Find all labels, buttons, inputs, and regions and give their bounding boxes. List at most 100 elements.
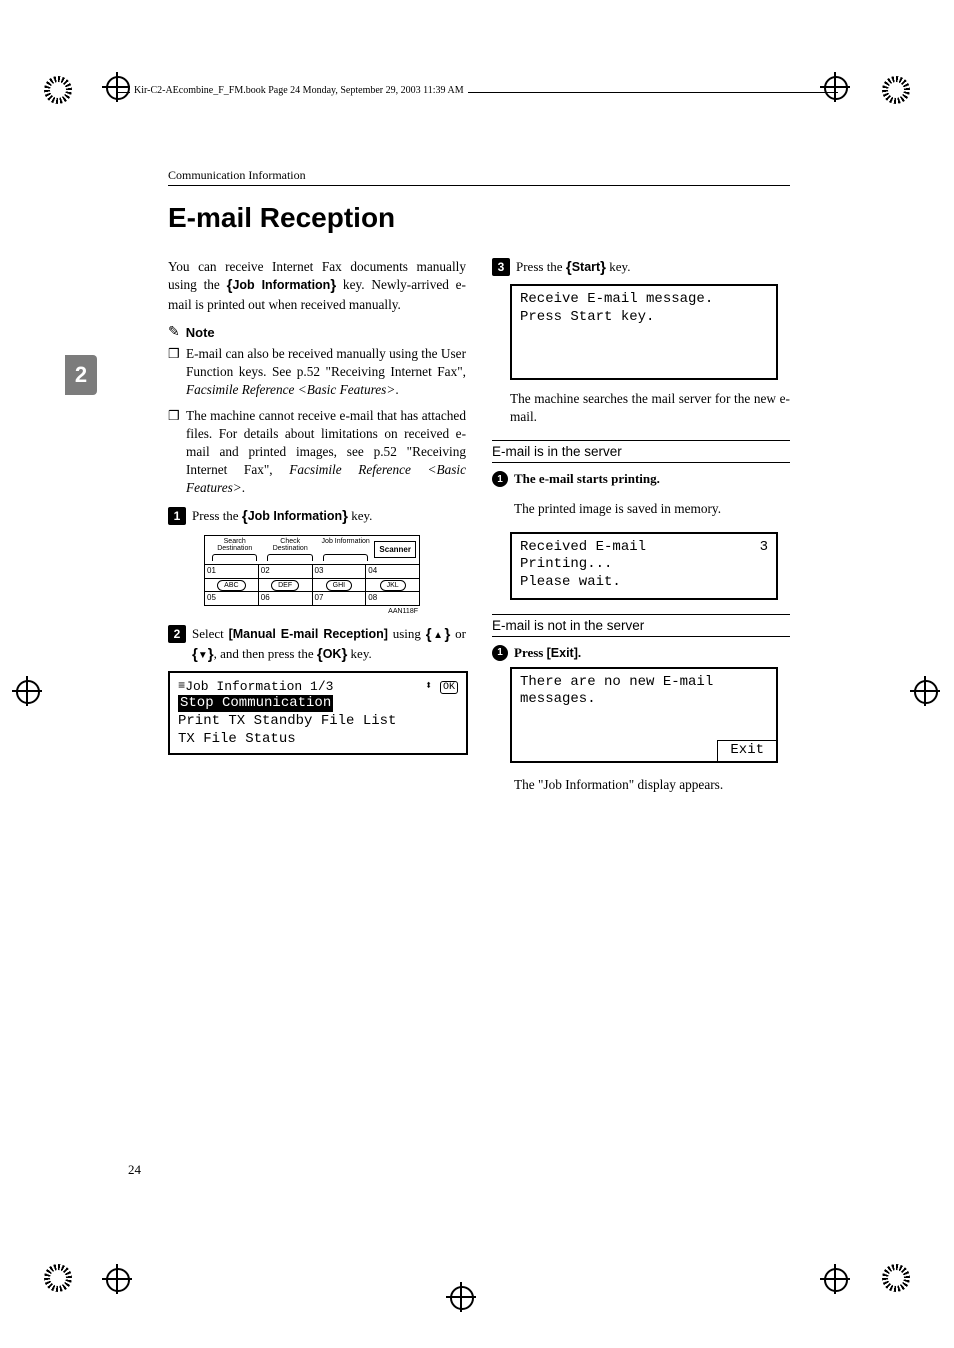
step-badge: 3 xyxy=(492,258,510,276)
page-content: Communication Information E-mail Recepti… xyxy=(168,168,790,1008)
lcd2-line2: Press Start key. xyxy=(520,309,768,327)
key-jkl: JKL xyxy=(366,579,419,591)
key-05: 05 xyxy=(205,592,259,605)
substep-1: 1 The e-mail starts printing. xyxy=(492,471,790,487)
tab-search-destination: Search Destination xyxy=(208,538,261,562)
right-column: 3 Press the {Start} key. Receive E-mail … xyxy=(492,258,790,807)
section-email-not-in-server: E-mail is not in the server xyxy=(492,614,790,637)
note-item: ❒ The machine cannot receive e-mail that… xyxy=(168,407,466,497)
step2-mid: using xyxy=(388,626,426,641)
lcd3-line1b: 3 xyxy=(760,539,768,557)
key-def: DEF xyxy=(259,579,313,591)
note-item: ❒ E-mail can also be received manually u… xyxy=(168,345,466,399)
left-column: You can receive Internet Fax documents m… xyxy=(168,258,466,807)
note-1-text: E-mail can also be received manually usi… xyxy=(186,346,466,379)
note-1-italic: Facsimile Reference <Basic Features> xyxy=(186,382,395,397)
header-running-text: Kir-C2-AEcombine_F_FM.book Page 24 Monda… xyxy=(130,85,468,96)
substep-badge: 1 xyxy=(492,471,508,487)
substep-exit-pre: Press xyxy=(514,645,547,660)
crop-mark xyxy=(44,76,72,104)
step-2: 2 Select [Manual E-mail Reception] using… xyxy=(168,625,466,666)
substep-badge: 1 xyxy=(492,645,508,661)
key-08: 08 xyxy=(366,592,419,605)
lcd-exit-button: Exit xyxy=(717,740,776,761)
scanner-button: Scanner xyxy=(374,541,416,558)
pencil-icon: ✎ xyxy=(168,324,180,341)
substep-exit: 1 Press [Exit]. xyxy=(492,645,790,661)
lcd-ok-badge: OK xyxy=(440,681,458,694)
step3-post: key. xyxy=(606,259,630,274)
step2-pre: Select xyxy=(192,626,229,641)
lcd-receive-prompt: Receive E-mail message. Press Start key. xyxy=(510,284,778,380)
control-panel-illustration: Search Destination Check Destination Job… xyxy=(204,535,420,606)
note-header: ✎ Note xyxy=(168,324,466,341)
checkbox-icon: ❒ xyxy=(168,407,180,497)
lcd4-line2: messages. xyxy=(520,691,768,709)
crop-mark xyxy=(106,1268,130,1292)
breadcrumb: Communication Information xyxy=(168,168,790,186)
lcd1-line3: TX File Status xyxy=(178,731,458,749)
crop-mark xyxy=(914,680,938,704)
lcd1-title: Job Information 1/3 xyxy=(185,679,333,694)
page-number: 24 xyxy=(128,1162,141,1178)
key-07: 07 xyxy=(313,592,367,605)
lcd1-line2: Print TX Standby File List xyxy=(178,713,458,731)
step1-post: key. xyxy=(348,508,372,523)
crop-mark xyxy=(106,76,130,100)
step2-post: , and then press the xyxy=(214,646,317,661)
tab-job-information: Job Information xyxy=(319,538,372,562)
lcd-job-information: Job Information 1/3 OK Stop Communicatio… xyxy=(168,671,468,755)
lcd2-line1: Receive E-mail message. xyxy=(520,291,768,309)
checkbox-icon: ❒ xyxy=(168,345,180,399)
crop-mark xyxy=(882,1264,910,1292)
chapter-tab: 2 xyxy=(65,355,97,395)
substep-1-text: The e-mail starts printing. xyxy=(514,471,660,487)
key-03: 03 xyxy=(313,565,367,578)
after-lcd4-text: The "Job Information" display appears. xyxy=(514,776,790,794)
exit-key-label: [Exit] xyxy=(547,646,578,660)
step3-pre: Press the xyxy=(516,259,566,274)
lcd3-line1a: Received E-mail xyxy=(520,539,646,557)
crop-mark xyxy=(44,1264,72,1292)
section-email-in-server: E-mail is in the server xyxy=(492,440,790,463)
select-manual-email: [Manual E-mail Reception] xyxy=(229,627,388,641)
lcd4-line1: There are no new E-mail xyxy=(520,674,768,692)
key-job-information: Job Information xyxy=(248,509,342,523)
note-1-post: . xyxy=(395,382,398,397)
note-2-post: . xyxy=(242,480,245,495)
key-abc: ABC xyxy=(205,579,259,591)
lcd3-line3: Please wait. xyxy=(520,574,768,592)
step2-or: or xyxy=(450,626,466,641)
lcd-received-printing: Received E-mail 3 Printing... Please wai… xyxy=(510,532,778,600)
figure-caption: AAN118F xyxy=(204,608,418,615)
intro-text: You can receive Internet Fax documents m… xyxy=(168,258,466,314)
up-arrow-icon: ▲ xyxy=(432,630,445,641)
substep-exit-post: . xyxy=(578,645,581,660)
key-ok: OK xyxy=(323,647,342,661)
key-start: Start xyxy=(572,260,600,274)
step-badge: 2 xyxy=(168,625,186,643)
step-3: 3 Press the {Start} key. xyxy=(492,258,790,278)
key-02: 02 xyxy=(259,565,313,578)
after-step3-text: The machine searches the mail server for… xyxy=(510,390,790,426)
key-ghi: GHI xyxy=(313,579,367,591)
tab-check-destination: Check Destination xyxy=(263,538,316,562)
crop-mark xyxy=(824,1268,848,1292)
updown-icon xyxy=(425,678,432,693)
lcd3-line2: Printing... xyxy=(520,556,768,574)
key-01: 01 xyxy=(205,565,259,578)
crop-mark xyxy=(882,76,910,104)
substep-1-body: The printed image is saved in memory. xyxy=(514,500,790,518)
crop-mark xyxy=(16,680,40,704)
key-04: 04 xyxy=(366,565,419,578)
step1-pre: Press the xyxy=(192,508,242,523)
step-badge: 1 xyxy=(168,507,186,525)
note-label: Note xyxy=(186,325,215,340)
page-title: E-mail Reception xyxy=(168,202,790,234)
step2-post2: key. xyxy=(347,646,371,661)
lcd-no-new-email: There are no new E-mail messages. Exit xyxy=(510,667,778,763)
crop-mark xyxy=(450,1286,474,1310)
crop-mark xyxy=(824,76,848,100)
down-arrow-icon: ▼ xyxy=(198,650,208,661)
lcd1-selected-line: Stop Communication xyxy=(178,695,333,713)
